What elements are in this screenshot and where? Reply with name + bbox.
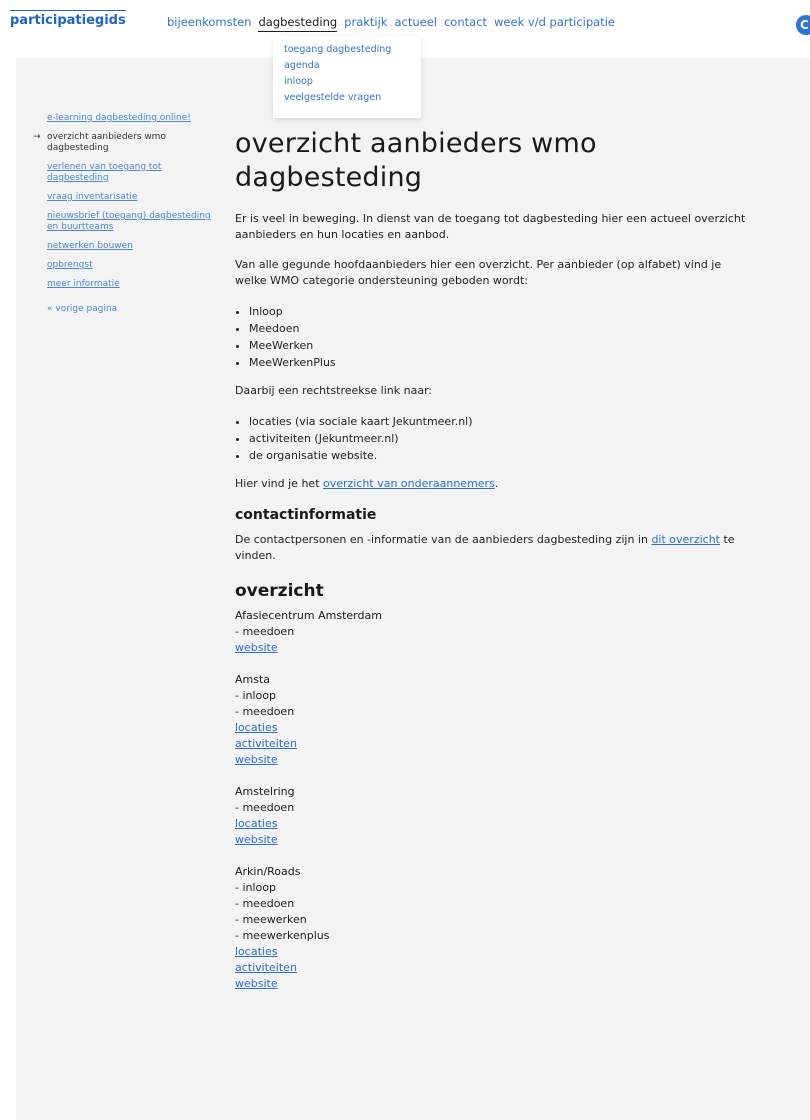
dropdown-item-toegang[interactable]: toegang dagbesteding	[273, 42, 421, 58]
provider-activiteiten-link[interactable]: activiteiten	[235, 960, 755, 976]
sidebar-link[interactable]: opbrengst	[47, 260, 93, 270]
provider-activiteiten-link[interactable]: activiteiten	[235, 736, 755, 752]
dropdown-link[interactable]: toegang dagbesteding	[284, 44, 391, 55]
provider-block: Amsta - inloop - meedoen locaties activi…	[235, 672, 755, 768]
nav-link-active[interactable]: dagbesteding	[258, 15, 338, 32]
provider-category: - meedoen	[235, 705, 295, 718]
overview-heading: overzicht	[235, 581, 324, 601]
sidebar-link[interactable]: vraag inventarisatie	[47, 192, 137, 202]
nav-item-contact[interactable]: contact	[444, 15, 487, 29]
top-navigation: bijeenkomsten dagbesteding praktijk actu…	[167, 15, 615, 32]
subcontractors-link[interactable]: overzicht van onderaannemers	[323, 477, 495, 490]
sidebar-item-opbrengst[interactable]: opbrengst	[33, 260, 213, 271]
sidebar-link[interactable]: verlenen van toegang tot dagbesteding	[47, 162, 161, 183]
sidebar-item-elearning[interactable]: e-learning dagbesteding online!	[33, 113, 213, 124]
provider-locaties-link[interactable]: locaties	[235, 720, 755, 736]
sidebar-link[interactable]: e-learning dagbesteding online!	[47, 113, 191, 123]
dropdown-link[interactable]: inloop	[284, 76, 313, 87]
provider-locaties-link[interactable]: locaties	[235, 944, 755, 960]
nav-item-praktijk[interactable]: praktijk	[344, 15, 387, 29]
category-item: MeeWerkenPlus	[249, 354, 755, 371]
link-intro: Daarbij een rechtstreekse link naar:	[235, 384, 433, 397]
provider-category: - inloop	[235, 881, 276, 894]
subcontractors-end: .	[494, 477, 499, 490]
sidebar-item-inventarisatie[interactable]: vraag inventarisatie	[33, 192, 213, 203]
provider-category: - meewerkenplus	[235, 929, 330, 942]
link-type-item: locaties (via sociale kaart Jekuntmeer.n…	[249, 413, 755, 430]
provider-locaties-link[interactable]: locaties	[235, 816, 755, 832]
sidebar-link[interactable]: meer informatie	[47, 279, 120, 289]
dropdown-item-vragen[interactable]: veelgestelde vragen	[273, 90, 421, 106]
sidebar-link[interactable]: netwerken bouwen	[47, 241, 133, 251]
nav-link[interactable]: actueel	[394, 15, 437, 29]
category-item: Inloop	[249, 303, 755, 320]
subcontractors-paragraph: Hier vind je het overzicht van onderaann…	[235, 476, 755, 492]
sidebar-item-current: → overzicht aanbieders wmo dagbesteding	[33, 132, 213, 154]
nav-item-actueel[interactable]: actueel	[394, 15, 437, 29]
nav-item-week-participatie[interactable]: week v/d participatie	[494, 15, 615, 29]
category-item: MeeWerken	[249, 337, 755, 354]
provider-name: Amstelring	[235, 785, 295, 798]
provider-name: Afasiecentrum Amsterdam	[235, 609, 382, 622]
current-arrow-icon: →	[33, 132, 41, 142]
provider-block: Afasiecentrum Amsterdam - meedoen websit…	[235, 608, 755, 656]
overview-paragraph: Van alle gegunde hoofdaanbieders hier ee…	[235, 258, 722, 287]
dagbesteding-dropdown-menu: toegang dagbesteding agenda inloop veelg…	[273, 36, 421, 118]
dropdown-link[interactable]: agenda	[284, 60, 320, 71]
profile-button[interactable]: C	[796, 15, 810, 35]
category-list: Inloop Meedoen MeeWerken MeeWerkenPlus	[235, 303, 755, 371]
link-type-list: locaties (via sociale kaart Jekuntmeer.n…	[235, 413, 755, 464]
sidebar-link[interactable]: nieuwsbrief (toegang) dagbesteding en bu…	[47, 211, 211, 232]
sidebar-navigation: e-learning dagbesteding online! → overzic…	[33, 113, 213, 315]
nav-item-bijeenkomsten[interactable]: bijeenkomsten	[167, 15, 251, 29]
provider-website-link[interactable]: website	[235, 976, 755, 992]
sidebar-item-toegang[interactable]: verlenen van toegang tot dagbesteding	[33, 162, 213, 184]
provider-category: - meedoen	[235, 625, 295, 638]
provider-category: - meedoen	[235, 897, 295, 910]
nav-link[interactable]: bijeenkomsten	[167, 15, 251, 29]
nav-link[interactable]: praktijk	[344, 15, 387, 29]
provider-category: - inloop	[235, 689, 276, 702]
site-logo[interactable]: participatiegids	[10, 10, 126, 28]
provider-category: - meedoen	[235, 801, 295, 814]
sidebar-item-netwerken[interactable]: netwerken bouwen	[33, 241, 213, 252]
contact-paragraph: De contactpersonen en -informatie van de…	[235, 532, 755, 564]
intro-paragraph: Er is veel in beweging. In dienst van de…	[235, 212, 746, 241]
contact-heading: contactinformatie	[235, 507, 377, 523]
provider-name: Amsta	[235, 673, 271, 686]
sidebar-item-nieuwsbrief[interactable]: nieuwsbrief (toegang) dagbesteding en bu…	[33, 211, 213, 233]
nav-link[interactable]: week v/d participatie	[494, 15, 615, 29]
nav-link[interactable]: contact	[444, 15, 487, 29]
back-link[interactable]: « vorige pagina	[33, 304, 213, 315]
dropdown-item-inloop[interactable]: inloop	[273, 74, 421, 90]
contact-text: De contactpersonen en -informatie van de…	[235, 533, 652, 546]
category-item: Meedoen	[249, 320, 755, 337]
provider-website-link[interactable]: website	[235, 832, 755, 848]
dropdown-item-agenda[interactable]: agenda	[273, 58, 421, 74]
page-title: overzicht aanbieders wmo dagbesteding	[235, 128, 597, 193]
main-content: overzicht aanbieders wmo dagbesteding Er…	[235, 127, 755, 1008]
link-type-item: de organisatie website.	[249, 447, 755, 464]
provider-category: - meewerken	[235, 913, 307, 926]
provider-block: Amstelring - meedoen locaties website	[235, 784, 755, 848]
link-type-item: activiteiten (Jekuntmeer.nl)	[249, 430, 755, 447]
provider-name: Arkin/Roads	[235, 865, 301, 878]
nav-item-dagbesteding[interactable]: dagbesteding	[258, 15, 338, 32]
provider-block: Arkin/Roads - inloop - meedoen - meewerk…	[235, 864, 755, 992]
sidebar-item-meer-informatie[interactable]: meer informatie	[33, 279, 213, 290]
subcontractors-text: Hier vind je het	[235, 477, 323, 490]
contact-overview-link[interactable]: dit overzicht	[651, 533, 720, 546]
provider-website-link[interactable]: website	[235, 640, 755, 656]
sidebar-current-label: overzicht aanbieders wmo dagbesteding	[47, 132, 166, 153]
provider-website-link[interactable]: website	[235, 752, 755, 768]
dropdown-link[interactable]: veelgestelde vragen	[284, 92, 381, 103]
